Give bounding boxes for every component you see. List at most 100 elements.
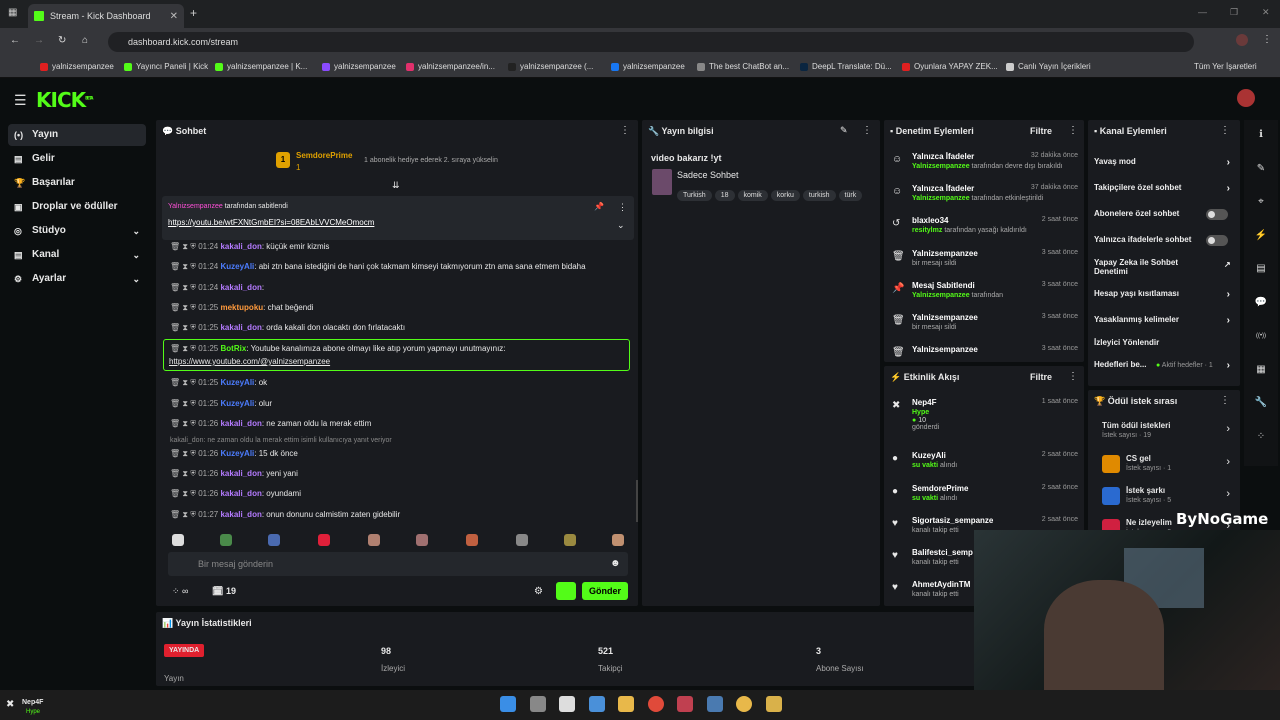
chat-message[interactable]: 🗑 ⧗ ⛨ 01:25 kakali_don: orda kakali don …	[170, 323, 405, 333]
app-icon[interactable]	[765, 696, 782, 712]
tag-badge[interactable]: Turkish	[677, 190, 712, 201]
edit-icon[interactable]: ✎	[840, 125, 848, 136]
pinned-expand-icon[interactable]: ⌄	[617, 220, 625, 231]
tab-search-icon[interactable]: ▦	[8, 7, 17, 18]
bookmark-3[interactable]: yalnizsempanzee	[322, 58, 396, 76]
maximize-icon[interactable]: ❐	[1230, 7, 1238, 18]
message-username[interactable]: kakali_don	[220, 510, 261, 519]
message-username[interactable]: mektupoku	[220, 303, 263, 312]
close-window-icon[interactable]: ✕	[1262, 7, 1270, 18]
chat-message[interactable]: 🗑 ⧗ ⛨ 01:25 mektupoku: chat beğendi	[170, 303, 313, 313]
chat-message[interactable]: 🗑 ⧗ ⛨ 01:27 kakali_don: onun donunu calm…	[170, 510, 400, 520]
pencil-icon[interactable]: ✎	[1250, 158, 1272, 180]
emote-icon[interactable]	[416, 534, 428, 546]
moderation-menu-icon[interactable]: ⋮	[1068, 125, 1078, 136]
delete-icon[interactable]: 🗑	[170, 262, 182, 271]
chat-message[interactable]: 🗑 ⧗ ⛨ 01:26 kakali_don: yeni yani	[170, 469, 298, 479]
delete-icon[interactable]: 🗑	[170, 242, 182, 251]
activity-menu-icon[interactable]: ⋮	[1068, 371, 1078, 382]
delete-icon[interactable]: 🗑	[170, 510, 182, 519]
scroll-down-icon[interactable]: ⇊	[392, 180, 400, 191]
forward-icon[interactable]: →	[34, 35, 44, 46]
reward-item[interactable]: Tüm ödül istekleri İstek sayısı · 19 ›	[1102, 421, 1234, 439]
moderation-item[interactable]: 🗑 Yalnizsempanzee bir mesajı sildi 3 saat …	[892, 249, 1078, 279]
emote-icon[interactable]	[612, 534, 624, 546]
delete-icon[interactable]: 🗑	[170, 469, 182, 478]
all-bookmarks[interactable]: Tüm Yer İşaretleri	[1194, 58, 1257, 76]
close-tab-icon[interactable]: ✕	[170, 11, 178, 22]
reload-icon[interactable]: ↻	[58, 35, 66, 46]
activity-item[interactable]: ✖ Nep4F Hype ● 10 gönderdi 1 saat önce	[892, 398, 1078, 431]
info-icon[interactable]: ℹ	[1250, 124, 1272, 146]
chat-message[interactable]: 🗑 ⧗ ⛨ 01:24 kakali_don:	[170, 283, 264, 293]
bot-message-link[interactable]: https://www.youtube.com/@yalnizsempanzee	[169, 357, 330, 366]
chat-scrollbar[interactable]	[636, 480, 638, 522]
message-username[interactable]: kakali_don	[220, 469, 261, 478]
chat-message[interactable]: 🗑 ⧗ ⛨ 01:26 KuzeyAli: 15 dk önce	[170, 449, 298, 459]
chat-message[interactable]: 🗑 ⧗ ⛨ 01:24 KuzeyAli: abi ztn bana isted…	[170, 262, 586, 272]
sidebar-item-6[interactable]: ⚙ Ayarlar ⌄	[8, 268, 146, 290]
bot-icon[interactable]	[556, 582, 576, 600]
channel-action-0[interactable]: Yavaş mod ›	[1094, 157, 1234, 168]
bookmark-9[interactable]: Oyunlara YAPAY ZEK...	[902, 58, 998, 76]
bookmark-0[interactable]: yalnizsempanzee	[40, 58, 114, 76]
message-username[interactable]: kakali_don	[220, 242, 261, 251]
emote-icon[interactable]	[564, 534, 576, 546]
delete-icon[interactable]: 🗑	[170, 283, 182, 292]
chat-message[interactable]: 🗑 ⧗ ⛨ 01:24 kakali_don: küçük emir kizmi…	[170, 242, 329, 252]
steam-icon[interactable]	[706, 696, 723, 712]
emote-icon[interactable]	[220, 534, 232, 546]
channel-action-6[interactable]: Yasaklanmış kelimeler ›	[1094, 315, 1234, 326]
tag-badge[interactable]: turkish	[802, 190, 836, 201]
emote-icon[interactable]	[318, 534, 330, 546]
menu-kebab-icon[interactable]: ⋮	[1262, 34, 1272, 45]
move-icon[interactable]: ⌖	[1250, 191, 1272, 213]
delete-icon[interactable]: 🗑	[170, 419, 182, 428]
windows-start-icon[interactable]	[500, 696, 516, 712]
channel-actions-menu-icon[interactable]: ⋮	[1220, 125, 1230, 136]
new-tab-icon[interactable]: +	[190, 6, 197, 20]
top-gifter-name[interactable]: SemdorePrime	[296, 151, 352, 160]
delete-icon[interactable]: 🗑	[170, 449, 182, 458]
minimize-icon[interactable]: —	[1198, 7, 1207, 17]
emote-icon[interactable]	[466, 534, 478, 546]
message-username[interactable]: KuzeyAli	[220, 378, 254, 387]
channel-action-1[interactable]: Takipçilere özel sohbet ›	[1094, 183, 1234, 194]
moderation-item[interactable]: 📌 Mesaj Sabitlendi Yalnizsempanzee tarafın…	[892, 281, 1078, 311]
bookmark-1[interactable]: Yayıncı Paneli | Kick	[124, 58, 208, 76]
tag-badge[interactable]: komik	[737, 190, 768, 201]
layout-icon[interactable]: ▦	[1250, 359, 1272, 381]
bookmark-5[interactable]: yalnizsempanzee (...	[508, 58, 593, 76]
browser-tab[interactable]: Stream - Kick Dashboard ✕	[28, 4, 184, 28]
photos-icon[interactable]	[588, 696, 605, 712]
bookmark-10[interactable]: Canlı Yayın İçerikleri	[1006, 58, 1091, 76]
bookmark-7[interactable]: The best ChatBot an...	[697, 58, 789, 76]
delete-icon[interactable]: 🗑	[170, 489, 182, 498]
reward-item[interactable]: İstek şarkı İstek sayısı · 5 ›	[1126, 486, 1234, 504]
home-icon[interactable]: ⌂	[82, 35, 88, 46]
pinned-link[interactable]: https://youtu.be/wtFXNtGmbEI?si=08EAbLVV…	[168, 218, 374, 227]
chat-message[interactable]: 🗑 ⧗ ⛨ 01:25 KuzeyAli: olur	[170, 399, 272, 409]
chat-menu-icon[interactable]: ⋮	[620, 125, 630, 136]
message-username[interactable]: kakali_don	[220, 283, 261, 292]
chat-message[interactable]: 🗑 ⧗ ⛨ 01:25 BotRix: Youtube kanalımıza a…	[170, 344, 506, 354]
reward-item[interactable]: CS gel İstek sayısı · 1 ›	[1126, 454, 1234, 472]
chat-icon[interactable]: 💬	[1250, 292, 1272, 314]
message-username[interactable]: KuzeyAli	[220, 262, 254, 271]
emote-icon[interactable]	[172, 534, 184, 546]
address-bar[interactable]: dashboard.kick.com/stream	[108, 32, 1194, 52]
tag-badge[interactable]: türk	[838, 190, 863, 201]
channel-action-5[interactable]: Hesap yaşı kısıtlaması ›	[1094, 289, 1234, 300]
channel-action-4[interactable]: Yapay Zeka ile Sohbet Denetimi ↗	[1094, 258, 1231, 276]
send-button[interactable]: Gönder	[582, 582, 628, 600]
hamburger-menu-icon[interactable]: ☰	[14, 92, 27, 109]
activity-item[interactable]: ● KuzeyAli su vakti alındı 2 saat önce	[892, 451, 1078, 481]
emoji-icon[interactable]: ☻	[610, 558, 621, 569]
kick-logo[interactable]: KICKBETA	[36, 88, 93, 112]
stream-info-menu-icon[interactable]: ⋮	[862, 125, 872, 136]
message-username[interactable]: KuzeyAli	[220, 399, 254, 408]
chrome-dev-icon[interactable]	[736, 696, 752, 712]
file-explorer-icon[interactable]	[618, 696, 634, 712]
lightning-icon[interactable]: ⚡	[1250, 225, 1272, 247]
back-icon[interactable]: ←	[10, 35, 20, 46]
